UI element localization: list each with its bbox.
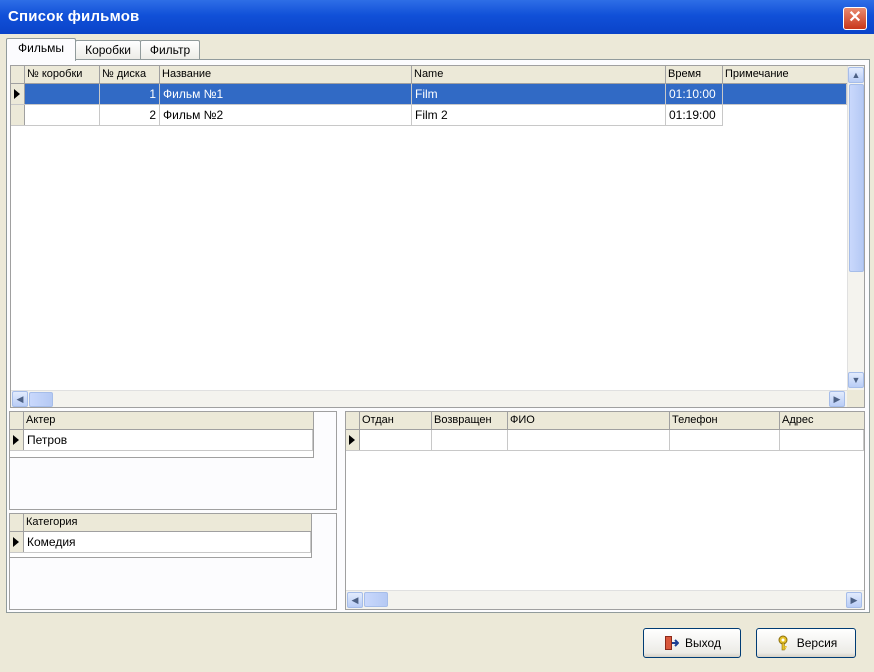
main-window: Список фильмов ✕ Фильмы Коробки Фильтр №…	[0, 0, 874, 672]
column-header-box-number[interactable]: № коробки	[25, 66, 100, 83]
current-row-arrow-icon	[349, 435, 355, 445]
exit-button-label: Выход	[685, 636, 721, 650]
loans-horizontal-scrollbar[interactable]: ◀ ▶	[346, 590, 864, 609]
tab-filter[interactable]: Фильтр	[140, 40, 200, 60]
row-indicator	[10, 430, 24, 450]
actors-grid-header: Актер	[10, 412, 313, 430]
cell-full-name[interactable]	[508, 430, 670, 450]
column-header-note[interactable]: Примечание	[723, 66, 847, 83]
cell-given[interactable]	[360, 430, 432, 450]
row-indicator	[10, 532, 24, 552]
scroll-up-icon[interactable]: ▲	[848, 67, 864, 83]
table-row[interactable]: Петров	[10, 430, 313, 451]
films-vertical-scrollbar[interactable]: ▲ ▼	[847, 66, 864, 390]
cell-time[interactable]: 01:10:00	[666, 84, 723, 104]
close-icon[interactable]: ✕	[843, 7, 867, 30]
cell-time[interactable]: 01:19:00	[666, 105, 723, 125]
cell-disc-number[interactable]: 2	[100, 105, 160, 125]
header-indicator	[11, 66, 25, 83]
cell-name[interactable]: Film	[412, 84, 666, 104]
vertical-scroll-thumb[interactable]	[849, 84, 864, 272]
cell-box-number[interactable]	[25, 84, 100, 104]
current-row-arrow-icon	[13, 537, 19, 547]
category-panel: Категория Комедия	[9, 513, 337, 610]
scroll-right-icon[interactable]: ▶	[829, 391, 845, 407]
row-indicator	[346, 430, 360, 450]
key-icon	[778, 635, 788, 651]
row-indicator	[11, 84, 25, 104]
exit-door-icon	[665, 635, 680, 650]
column-header-phone[interactable]: Телефон	[670, 412, 780, 429]
column-header-category[interactable]: Категория	[24, 514, 311, 531]
column-header-returned[interactable]: Возвращен	[432, 412, 508, 429]
films-horizontal-scrollbar[interactable]: ◀ ▶	[11, 390, 847, 407]
column-header-actor[interactable]: Актер	[24, 412, 313, 429]
table-row[interactable]: Комедия	[10, 532, 311, 553]
scrollbar-corner	[847, 390, 864, 407]
cell-actor[interactable]: Петров	[24, 430, 313, 450]
films-grid[interactable]: № коробки № диска Название Name Время Пр…	[10, 65, 865, 408]
loans-grid[interactable]: Отдан Возвращен ФИО Телефон Адрес ◀ ▶	[345, 411, 865, 610]
category-grid[interactable]: Категория Комедия	[10, 514, 312, 558]
title-bar[interactable]: Список фильмов ✕	[0, 0, 874, 34]
cell-phone[interactable]	[670, 430, 780, 450]
exit-button[interactable]: Выход	[643, 628, 741, 658]
scroll-left-icon[interactable]: ◀	[347, 592, 363, 608]
column-header-address[interactable]: Адрес	[780, 412, 864, 429]
column-header-time[interactable]: Время	[666, 66, 723, 83]
tab-films[interactable]: Фильмы	[6, 38, 76, 61]
cell-name[interactable]: Film 2	[412, 105, 666, 125]
column-header-title-ru[interactable]: Название	[160, 66, 412, 83]
cell-category[interactable]: Комедия	[24, 532, 311, 552]
cell-returned[interactable]	[432, 430, 508, 450]
category-grid-header: Категория	[10, 514, 311, 532]
table-row[interactable]: 1 Фильм №1 Film 01:10:00	[11, 84, 847, 105]
header-indicator	[10, 412, 24, 429]
horizontal-scroll-thumb[interactable]	[29, 392, 53, 407]
header-indicator	[346, 412, 360, 429]
scroll-down-icon[interactable]: ▼	[848, 372, 864, 388]
tab-boxes[interactable]: Коробки	[75, 40, 141, 60]
current-row-arrow-icon	[14, 89, 20, 99]
horizontal-scroll-thumb[interactable]	[364, 592, 388, 607]
column-header-disc-number[interactable]: № диска	[100, 66, 160, 83]
cell-title-ru[interactable]: Фильм №1	[160, 84, 412, 104]
column-header-name[interactable]: Name	[412, 66, 666, 83]
column-header-full-name[interactable]: ФИО	[508, 412, 670, 429]
films-tab-panel: № коробки № диска Название Name Время Пр…	[6, 59, 870, 613]
actors-grid[interactable]: Актер Петров	[10, 412, 314, 458]
version-button[interactable]: Версия	[756, 628, 856, 658]
films-grid-header: № коробки № диска Название Name Время Пр…	[11, 66, 847, 84]
cell-note[interactable]	[723, 84, 847, 104]
cell-title-ru[interactable]: Фильм №2	[160, 105, 412, 125]
cell-address[interactable]	[780, 430, 864, 450]
version-button-label: Версия	[796, 636, 838, 650]
scroll-right-icon[interactable]: ▶	[846, 592, 862, 608]
table-row[interactable]	[346, 430, 864, 451]
cell-disc-number[interactable]: 1	[100, 84, 160, 104]
table-row[interactable]: 2 Фильм №2 Film 2 01:19:00	[11, 105, 723, 126]
cell-box-number[interactable]	[25, 105, 100, 125]
actors-panel: Актер Петров	[9, 411, 337, 510]
column-header-given[interactable]: Отдан	[360, 412, 432, 429]
row-indicator	[11, 105, 25, 125]
current-row-arrow-icon	[13, 435, 19, 445]
loans-grid-header: Отдан Возвращен ФИО Телефон Адрес	[346, 412, 864, 430]
window-title: Список фильмов	[8, 8, 140, 25]
header-indicator	[10, 514, 24, 531]
scroll-left-icon[interactable]: ◀	[12, 391, 28, 407]
